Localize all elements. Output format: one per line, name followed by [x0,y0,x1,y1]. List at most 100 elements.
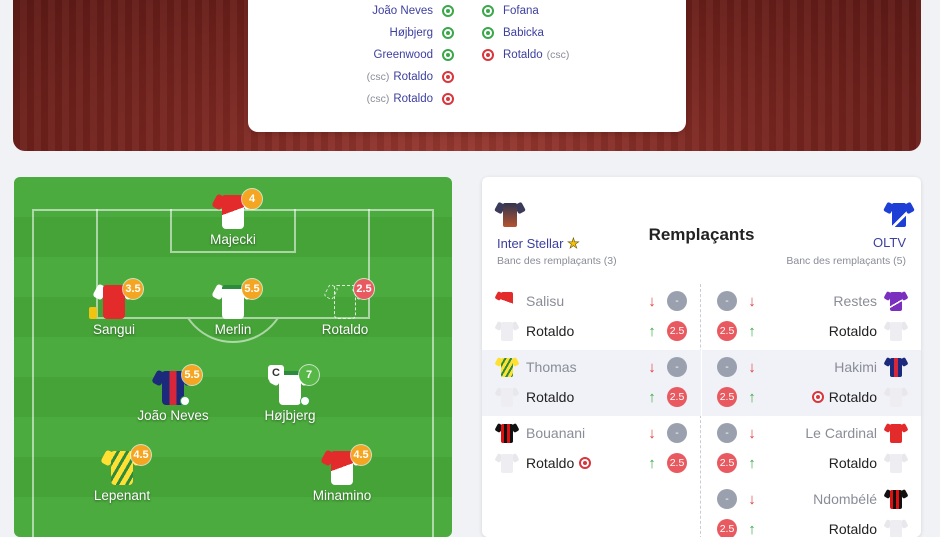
player-card[interactable]: 4 Majecki [188,191,278,247]
player-card[interactable]: C 7 Højbjerg [245,367,335,423]
scorer-name[interactable]: Højbjerg [390,27,433,39]
player-card[interactable]: 3.5 Sangui [69,281,159,337]
goal-ball-icon [482,5,494,17]
own-goal-ball-icon [579,457,591,469]
rating-chip: 2.5 [717,519,737,537]
player-name: Minamino [297,488,387,503]
player-in-row[interactable]: Rotaldo ↑ 2.5 [482,316,701,346]
rating-chip: - [717,489,737,509]
player-in-row[interactable]: 2.5 ↑ Rotaldo [702,316,921,346]
player-card[interactable]: 5.5 Merlin [188,281,278,337]
rating-badge: 4.5 [131,445,151,465]
arrow-down-icon: ↓ [645,293,659,310]
player-name: Le Cardinal [759,425,877,441]
jersey-icon [496,452,518,474]
home-goal-event: João Neves [372,0,454,22]
arrow-down-icon: ↓ [745,425,759,442]
player-out-row[interactable]: Bouanani ↓ - [482,418,701,448]
rating-chip: - [667,423,687,443]
away-goal-event: Fofana [482,0,539,22]
away-team-badge-icon[interactable] [885,201,907,227]
home-goal-event: Højbjerg [390,22,454,44]
player-name: Salisu [526,293,645,309]
arrow-up-icon: ↑ [745,455,759,472]
substitution-pair: Thomas ↓ - Rotaldo ↑ 2.5 [482,350,701,416]
home-goal-event: (csc)Rotaldo [363,88,454,110]
home-goal-event: Greenwood [374,44,454,66]
player-in-row[interactable]: Rotaldo ↑ 2.5 [482,382,701,412]
scorer-name[interactable]: Rotaldo [503,49,543,61]
arrow-up-icon: ↑ [745,389,759,406]
player-name: Rotaldo [759,455,877,471]
own-goal-ball-icon [812,391,824,403]
goal-ball-icon [482,27,494,39]
away-bench-count: Banc des remplaçants (5) [786,255,906,267]
player-name: Rotaldo [526,389,645,405]
arrow-up-icon: ↑ [645,455,659,472]
goal-ball-icon [442,49,454,61]
player-in-row[interactable]: 2.5 ↑ Rotaldo [702,448,921,478]
rating-chip: 2.5 [717,453,737,473]
rating-chip: - [667,291,687,311]
rating-badge: 2.5 [354,279,374,299]
jersey-icon [885,356,907,378]
rating-chip: 2.5 [667,453,687,473]
rating-chip: - [717,357,737,377]
rating-chip: - [717,291,737,311]
player-card[interactable]: 4.5 Minamino [297,447,387,503]
rating-badge: 4.5 [351,445,371,465]
player-out-row[interactable]: - ↓ Le Cardinal [702,418,921,448]
player-name: Lepenant [77,488,167,503]
substitution-pair: - ↓ Restes 2.5 ↑ Rotaldo [702,284,921,350]
player-out-row[interactable]: Thomas ↓ - [482,352,701,382]
goal-ball-icon [180,396,190,406]
player-card[interactable]: 5.5 João Neves [128,367,218,423]
jersey-icon [885,488,907,510]
substitution-pair: - ↓ Hakimi 2.5 ↑ Rotaldo [702,350,921,416]
player-out-row[interactable]: - ↓ Ndombélé [702,484,921,514]
player-card[interactable]: 2.5 Rotaldo [300,281,390,337]
player-card[interactable]: 4.5 Lepenant [77,447,167,503]
player-name: Rotaldo [759,521,877,537]
rating-badge: 4 [242,189,262,209]
jersey-icon [496,356,518,378]
jersey-icon [496,422,518,444]
player-out-row[interactable]: - ↓ Restes [702,286,921,316]
scorer-name[interactable]: Babicka [503,27,544,39]
arrow-down-icon: ↓ [745,491,759,508]
scorer-name[interactable]: Rotaldo [393,71,433,83]
lineup-pitch: 4 Majecki 3.5 Sangui 5.5 Merlin 2.5 Rota… [14,177,452,537]
player-name: Rotaldo [759,323,877,339]
substitutes-panel: Inter Stellar ★ Banc des remplaçants (3)… [482,177,921,537]
away-goal-event: Babicka [482,22,544,44]
panel-title: Remplaçants [482,225,921,245]
player-in-row[interactable]: 2.5 ↑ Rotaldo [702,514,921,537]
player-out-row[interactable]: - ↓ Hakimi [702,352,921,382]
player-name: Sangui [69,322,159,337]
rating-badge: 5.5 [242,279,262,299]
scorecard-panel: João Neves Højbjerg Greenwood (csc)Rotal… [248,0,686,132]
scorer-name[interactable]: Rotaldo [393,93,433,105]
substitution-pair: - ↓ Le Cardinal 2.5 ↑ Rotaldo [702,416,921,482]
player-name: Rotaldo [526,455,574,471]
jersey-icon [885,452,907,474]
jersey-icon [885,320,907,342]
arrow-down-icon: ↓ [745,359,759,376]
away-team-name[interactable]: OLTV [873,235,906,250]
player-name: Rotaldo [300,322,390,337]
rating-chip: 2.5 [667,387,687,407]
jersey-icon [885,518,907,537]
scorer-name[interactable]: Greenwood [374,49,433,61]
home-team-badge-icon[interactable] [496,201,518,227]
arrow-down-icon: ↓ [645,359,659,376]
player-in-row[interactable]: Rotaldo ↑ 2.5 [482,448,701,478]
player-name: Thomas [526,359,645,375]
player-out-row[interactable]: Salisu ↓ - [482,286,701,316]
substitution-pair: Bouanani ↓ - Rotaldo ↑ 2.5 [482,416,701,482]
player-name: Højbjerg [245,408,335,423]
player-name: Ndombélé [759,491,877,507]
scorer-name[interactable]: João Neves [372,5,433,17]
scorer-name[interactable]: Fofana [503,5,539,17]
player-in-row[interactable]: 2.5 ↑ Rotaldo [702,382,921,412]
captain-badge: C [268,365,284,381]
